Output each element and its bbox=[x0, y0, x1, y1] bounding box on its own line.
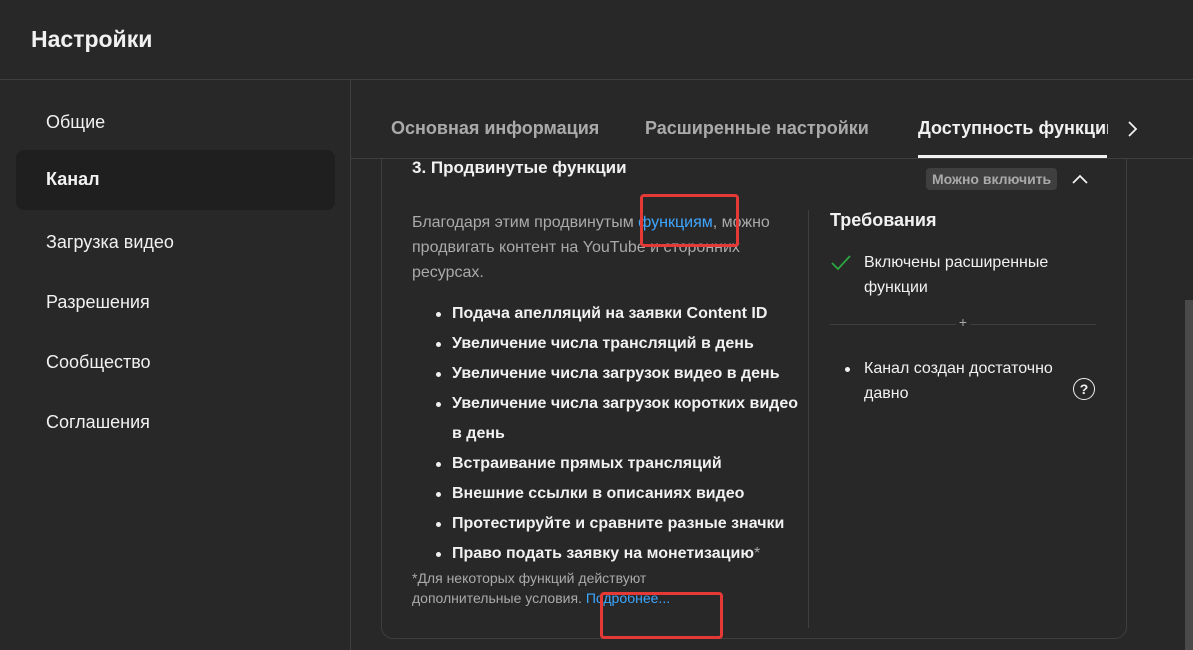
sidebar-item-label: Сообщество bbox=[46, 352, 151, 372]
sidebar-item-agreements[interactable]: Соглашения bbox=[16, 393, 335, 453]
feature-label: Протестируйте и сравните разные значки bbox=[452, 515, 785, 532]
highlight-box bbox=[640, 194, 739, 247]
feature-label: Встраивание прямых трансляций bbox=[452, 455, 722, 472]
sidebar-item-label: Разрешения bbox=[46, 292, 150, 312]
settings-dialog: Настройки Общие Канал Загрузка видео Раз… bbox=[0, 0, 1193, 650]
section-description: Благодаря этим продвинутым функциям, мож… bbox=[412, 210, 802, 285]
requirements-title: Требования bbox=[830, 210, 937, 230]
sidebar-item-label: Общие bbox=[46, 112, 106, 132]
plus-icon: + bbox=[956, 314, 970, 334]
tab-advanced-settings[interactable]: Расширенные настройки bbox=[645, 118, 869, 139]
feature-label: Увеличение числа загрузок коротких видео… bbox=[452, 395, 799, 442]
section-title: 3. Продвинутые функции bbox=[412, 159, 627, 177]
list-item: Подача апелляций на заявки Content ID bbox=[436, 299, 802, 329]
sidebar-item-label: Канал bbox=[46, 169, 100, 189]
dialog-header: Настройки bbox=[0, 0, 1193, 80]
feature-label: Подача апелляций на заявки Content ID bbox=[452, 305, 768, 322]
feature-list: Подача апелляций на заявки Content ID Ув… bbox=[412, 299, 802, 569]
list-item: Внешние ссылки в описаниях видео bbox=[436, 479, 802, 509]
sidebar-item-general[interactable]: Общие bbox=[16, 93, 335, 153]
sidebar-item-label: Загрузка видео bbox=[46, 232, 174, 252]
sidebar-item-community[interactable]: Сообщество bbox=[16, 333, 335, 393]
requirement-met: Включены расширенные функции bbox=[864, 254, 1049, 296]
list-item: Право подать заявку на монетизацию* bbox=[436, 539, 802, 569]
tab-basic-info[interactable]: Основная информация bbox=[391, 118, 599, 139]
status-badge: Можно включить bbox=[926, 168, 1058, 190]
sidebar-item-channel[interactable]: Канал bbox=[16, 150, 335, 210]
list-item: Встраивание прямых трансляций bbox=[436, 449, 802, 479]
feature-label: Внешние ссылки в описаниях видео bbox=[452, 485, 745, 502]
dialog-title: Настройки bbox=[31, 26, 153, 52]
check-icon bbox=[831, 255, 851, 271]
scrollbar[interactable] bbox=[1185, 300, 1193, 650]
settings-sidebar: Общие Канал Загрузка видео Разрешения Со… bbox=[0, 80, 351, 650]
chevron-right-icon[interactable] bbox=[1121, 118, 1143, 140]
tab-feature-eligibility[interactable]: Доступность функций bbox=[918, 118, 1108, 139]
active-tab-indicator bbox=[918, 155, 1107, 158]
chevron-up-icon[interactable] bbox=[1070, 169, 1090, 189]
help-icon[interactable]: ? bbox=[1073, 378, 1095, 400]
list-item: Увеличение числа загрузок видео в день bbox=[436, 359, 802, 389]
column-divider bbox=[808, 210, 809, 628]
bullet-icon bbox=[845, 367, 850, 372]
list-item: Увеличение числа трансляций в день bbox=[436, 329, 802, 359]
footnote-star: * bbox=[753, 545, 761, 562]
highlight-box bbox=[600, 592, 723, 639]
requirements-column: Требования Включены расширенные функции … bbox=[830, 210, 1096, 402]
feature-label: Право подать заявку на монетизацию bbox=[452, 545, 754, 562]
feature-label: Увеличение числа загрузок видео в день bbox=[452, 365, 780, 382]
sidebar-item-permissions[interactable]: Разрешения bbox=[16, 273, 335, 333]
list-item: Увеличение числа загрузок коротких видео… bbox=[436, 389, 802, 449]
list-item: Протестируйте и сравните разные значки bbox=[436, 509, 802, 539]
description-text: Благодаря этим продвинутым bbox=[412, 214, 639, 231]
requirement-pending: Канал создан достаточно давно bbox=[864, 360, 1053, 402]
sidebar-item-label: Соглашения bbox=[46, 412, 150, 432]
tab-content: 3. Продвинутые функции Можно включить Бл… bbox=[351, 159, 1183, 650]
sidebar-item-upload-defaults[interactable]: Загрузка видео bbox=[16, 213, 335, 273]
advanced-features-card: 3. Продвинутые функции Можно включить Бл… bbox=[381, 159, 1127, 639]
feature-label: Увеличение числа трансляций в день bbox=[452, 335, 754, 352]
features-column: Благодаря этим продвинутым функциям, мож… bbox=[412, 210, 802, 569]
settings-tabs: Основная информация Расширенные настройк… bbox=[351, 80, 1193, 159]
